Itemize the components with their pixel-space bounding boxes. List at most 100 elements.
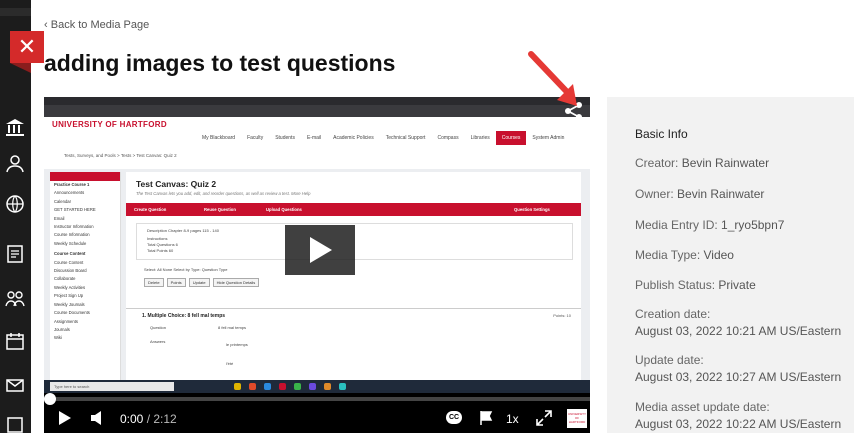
sidebar-header	[50, 172, 120, 181]
time-display: 0:00 / 2:12	[120, 412, 177, 426]
institution-icon[interactable]	[4, 116, 26, 138]
flag-icon[interactable]	[479, 410, 493, 426]
taskbar-app-icon	[234, 383, 241, 390]
media-entry-id-field: Media Entry ID: 1_ryo5bpn7	[635, 218, 785, 232]
info-line: Description Chapter 8-9 pages 115 - 140	[147, 228, 219, 233]
rail-top-strip	[0, 8, 31, 16]
taskbar-app-icon	[339, 383, 346, 390]
annotation-arrow	[528, 51, 577, 106]
close-button-fold	[10, 63, 31, 73]
sidebar-item: Calendar	[54, 198, 71, 204]
upload-questions: Upload Questions	[266, 207, 302, 212]
answer-item: le printemps	[226, 342, 248, 347]
site-tab: Faculty	[247, 135, 264, 141]
quiz-subtitle: The Test Canvas lets you add, edit, and …	[136, 191, 311, 196]
sidebar-item: Project Sign Up	[54, 293, 84, 299]
sidebar-item: Assignments	[54, 318, 78, 324]
browser-title-strip	[44, 97, 590, 105]
create-question: Create Question	[134, 207, 167, 212]
back-link-label: Back to Media Page	[50, 19, 150, 31]
taskbar-app-icon	[279, 383, 286, 390]
calendar-icon[interactable]	[4, 330, 26, 352]
creation-date-field: Creation date: August 03, 2022 10:21 AM …	[635, 307, 842, 338]
hide-details-mini-button: Hide Question Details	[212, 278, 260, 287]
question-label: Question	[150, 325, 167, 330]
basic-info-heading: Basic Info	[635, 127, 688, 141]
answers-label: Answers	[150, 339, 166, 344]
play-icon[interactable]	[58, 410, 72, 426]
site-breadcrumb: Tests, Surveys, and Pools > Tests > Test…	[64, 153, 177, 158]
sidebar-item: Weekly Journals	[54, 301, 85, 307]
university-logo-mini: UNIVERSITY OF HARTFORD	[567, 409, 587, 428]
sidebar-item: Collaborate	[54, 276, 76, 282]
site-logo: UNIVERSITY OF HARTFORD	[52, 120, 167, 129]
video-frame: UNIVERSITY OF HARTFORD My Blackboard Facu…	[44, 97, 590, 393]
sidebar-item: Wiki	[54, 335, 62, 341]
close-button[interactable]: ✕	[10, 31, 44, 63]
user-icon[interactable]	[4, 152, 26, 174]
progress-bar[interactable]	[44, 397, 590, 401]
group-icon[interactable]	[4, 287, 26, 309]
site-tab: Academic Policies	[333, 135, 374, 141]
volume-icon[interactable]	[90, 410, 104, 426]
mail-icon[interactable]	[4, 374, 26, 396]
info-line: Total Questions 6	[147, 242, 178, 247]
video-player[interactable]: UNIVERSITY OF HARTFORD My Blackboard Facu…	[44, 97, 590, 433]
info-line: Total Points 60	[147, 248, 174, 253]
sidebar-item: Weekly Activities	[54, 284, 86, 290]
sidebar-item: Email	[54, 215, 65, 221]
current-time: 0:00	[120, 412, 144, 426]
update-date-field: Update date: August 03, 2022 10:27 AM US…	[635, 353, 842, 384]
sidebar-item: Discussion Board	[54, 268, 87, 274]
taskbar-app-icon	[294, 383, 301, 390]
course-content: Test Canvas: Quiz 2 The Test Canvas lets…	[126, 172, 581, 392]
document-icon[interactable]	[4, 243, 26, 265]
sidebar-item: Instructor Information	[54, 224, 94, 230]
os-taskbar: Type here to search	[44, 380, 590, 393]
site-tab: Courses	[495, 131, 527, 145]
media-info-panel: Basic Info Creator: Bevin Rainwater Owne…	[607, 97, 854, 433]
question-buttons: Delete Points Update Hide Question Detai…	[144, 278, 260, 287]
sidebar-item: Announcements	[54, 190, 85, 196]
reuse-question: Reuse Question	[204, 207, 236, 212]
play-overlay-button[interactable]	[285, 225, 355, 275]
question-points: Points: 10	[553, 313, 571, 318]
sidebar-item: Weekly Schedule	[54, 240, 87, 246]
course-sidebar: Practice Course 1 Announcements Calendar GE…	[50, 172, 121, 392]
site-tab: Compass	[437, 135, 459, 141]
creator-field: Creator: Bevin Rainwater	[635, 156, 770, 170]
info-line: Instructions	[147, 236, 168, 241]
site-tab: Technical Support	[385, 135, 426, 141]
globe-icon[interactable]	[4, 193, 26, 215]
sidebar-item: GET STARTED HERE	[54, 207, 96, 213]
update-mini-button: Update	[188, 278, 210, 287]
question-title: 1. Multiple Choice: 8 fell mal temps	[142, 313, 226, 319]
site-tab: E-mail	[306, 135, 322, 141]
asset-update-date-field: Media asset update date: August 03, 2022…	[635, 400, 842, 431]
player-controls: 0:00 / 2:12 CC 1x UNIVERSITY OF HARTFORD	[44, 404, 590, 433]
taskbar-app-icon	[309, 383, 316, 390]
close-icon: ✕	[17, 34, 37, 59]
answer-item: l'été	[226, 361, 234, 366]
taskbar-search: Type here to search	[50, 382, 174, 391]
quiz-title: Test Canvas: Quiz 2	[136, 179, 217, 189]
owner-field: Owner: Bevin Rainwater	[635, 187, 765, 201]
sidebar-item: Journals	[54, 326, 70, 332]
captions-button[interactable]: CC	[446, 411, 462, 424]
taskbar-app-icon	[249, 383, 256, 390]
chevron-left-icon: ‹	[44, 19, 48, 31]
sidebar-item: Course Content	[54, 259, 84, 265]
back-to-media-link[interactable]: ‹ Back to Media Page	[44, 19, 149, 31]
points-mini-button: Points	[166, 278, 186, 287]
speed-button[interactable]: 1x	[506, 412, 519, 426]
fullscreen-icon[interactable]	[536, 410, 552, 426]
site-tab: My Blackboard	[202, 135, 236, 141]
delete-mini-button: Delete	[144, 278, 164, 287]
sidebar-item: Course Content	[54, 251, 86, 257]
duration: / 2:12	[146, 412, 177, 426]
site-tab: Students	[275, 135, 295, 141]
publish-status-field: Publish Status: Private	[635, 278, 756, 292]
filter-line: Select: All None Select by Type: Questio…	[144, 267, 228, 272]
page-title: adding images to test questions	[44, 50, 396, 76]
question-settings: Question Settings	[514, 207, 550, 212]
